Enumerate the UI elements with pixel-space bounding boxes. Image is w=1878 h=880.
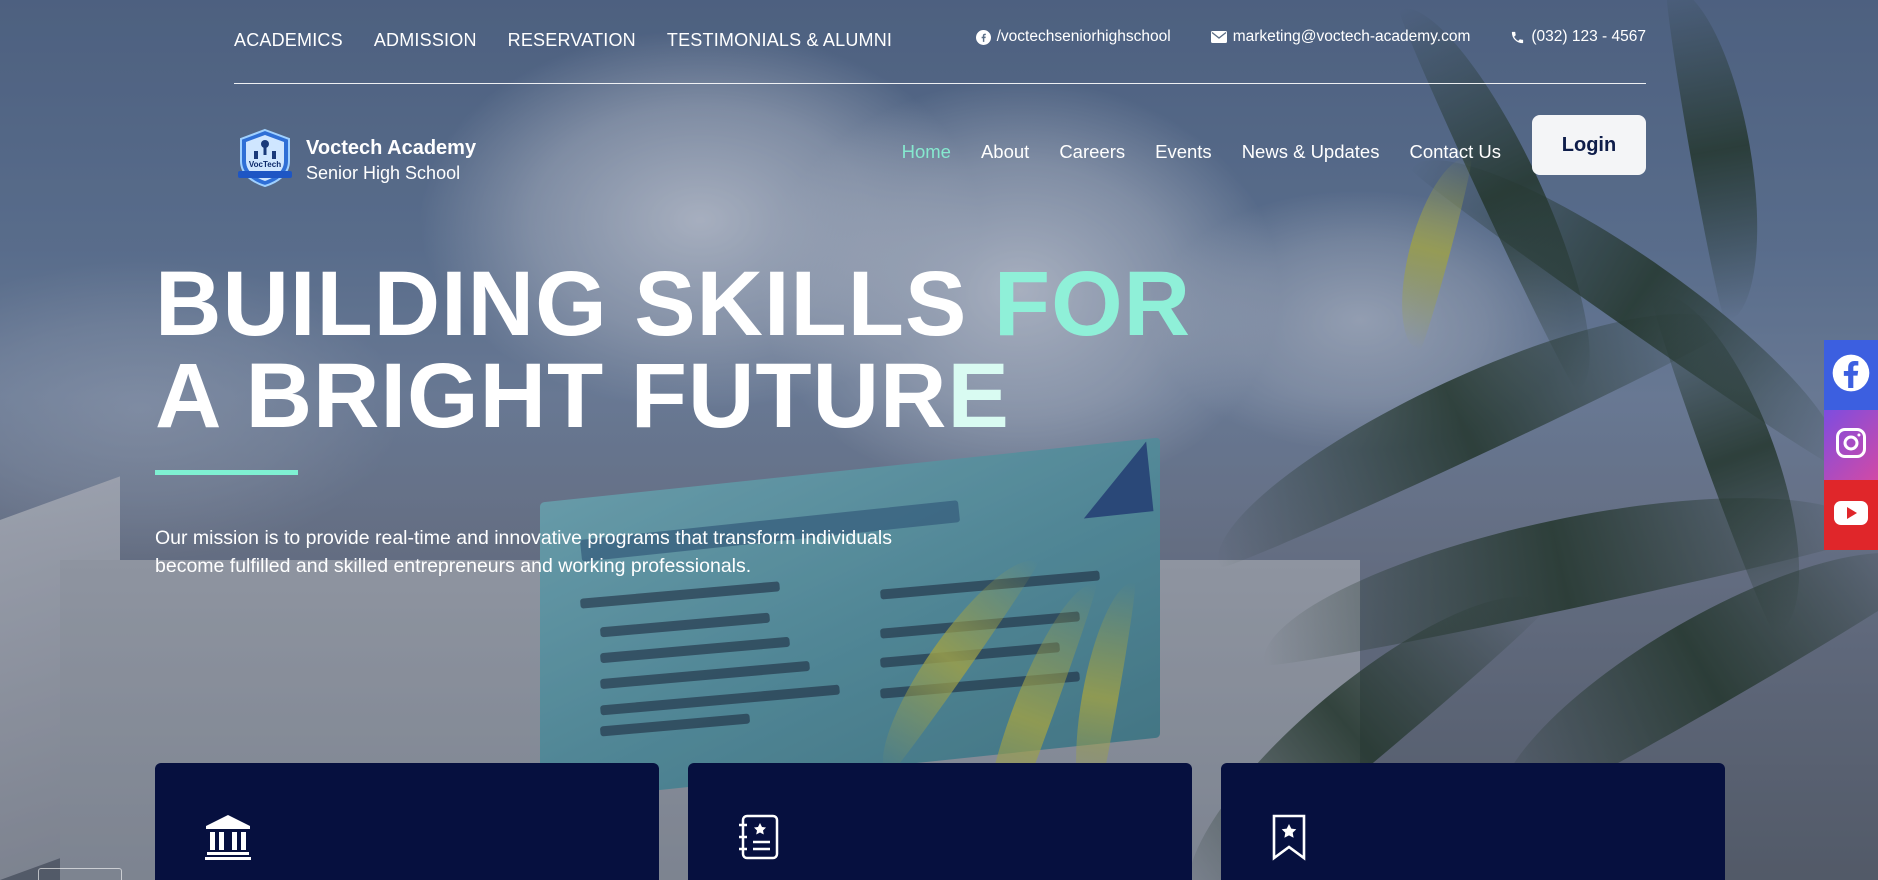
facebook-small-icon [975,29,991,45]
hero-line1-main: BUILDING SKILLS [155,253,994,355]
facebook-link[interactable]: /voctechseniorhighschool [975,28,1171,46]
nav-home[interactable]: Home [902,141,951,163]
phone-number: (032) 123 - 4567 [1531,28,1646,45]
nav-about[interactable]: About [981,141,1029,163]
hero-line2-main: A BRIGHT FUTUR [155,345,948,447]
school-logo[interactable]: VocTech [234,127,296,189]
phone-icon [1510,30,1525,45]
nav-contact-us[interactable]: Contact Us [1409,141,1501,163]
youtube-icon [1833,500,1869,531]
hero-line1-accent: FOR [993,253,1192,355]
nav-careers[interactable]: Careers [1059,141,1125,163]
video-control[interactable] [38,868,122,880]
brand-subtitle: Senior High School [306,163,461,183]
feature-card-2[interactable] [688,763,1192,880]
feature-card-3[interactable] [1221,763,1725,880]
nav-events[interactable]: Events [1155,141,1212,163]
mission-statement: Our mission is to provide real-time and … [155,527,892,577]
main-header: VocTech Voctech Academy Senior High Scho… [234,115,1646,191]
social-rail [1824,340,1878,550]
institution-icon [203,813,253,866]
contact-info: /voctechseniorhighschool marketing@vocte… [975,28,1646,46]
hero-heading-block: BUILDING SKILLS FOR A BRIGHT FUTURE [155,258,1191,442]
top-nav-reservation[interactable]: RESERVATION [508,30,636,51]
svg-text:VocTech: VocTech [249,160,281,169]
login-button[interactable]: Login [1532,115,1646,175]
brand-name: Voctech Academy [306,137,477,159]
facebook-handle: /voctechseniorhighschool [996,28,1171,45]
top-nav-academics[interactable]: ACADEMICS [234,30,343,51]
facebook-icon [1831,353,1871,398]
social-youtube-button[interactable] [1824,480,1878,550]
email-address: marketing@voctech-academy.com [1232,28,1471,45]
hero-heading: BUILDING SKILLS FOR A BRIGHT FUTURE [155,258,1191,442]
top-nav: ACADEMICS ADMISSION RESERVATION TESTIMON… [234,30,892,51]
nav-news-updates[interactable]: News & Updates [1242,141,1380,163]
brand: Voctech Academy Senior High School [306,137,476,184]
instagram-icon [1833,425,1869,466]
top-bar: ACADEMICS ADMISSION RESERVATION TESTIMON… [234,0,1646,84]
hero-line2-fade: E [947,345,1010,447]
social-facebook-button[interactable] [1824,340,1878,410]
top-nav-testimonials[interactable]: TESTIMONIALS & ALUMNI [667,30,892,51]
notebook-icon [736,813,782,866]
email-link[interactable]: marketing@voctech-academy.com [1210,28,1471,46]
main-nav: Home About Careers Events News & Updates… [902,141,1501,163]
feature-card-1[interactable] [155,763,659,880]
hero-underline [155,470,298,475]
top-nav-admission[interactable]: ADMISSION [374,30,477,51]
envelope-icon [1210,31,1227,43]
social-instagram-button[interactable] [1824,410,1878,480]
phone-link[interactable]: (032) 123 - 4567 [1510,28,1646,46]
bookmark-star-icon [1269,813,1309,866]
